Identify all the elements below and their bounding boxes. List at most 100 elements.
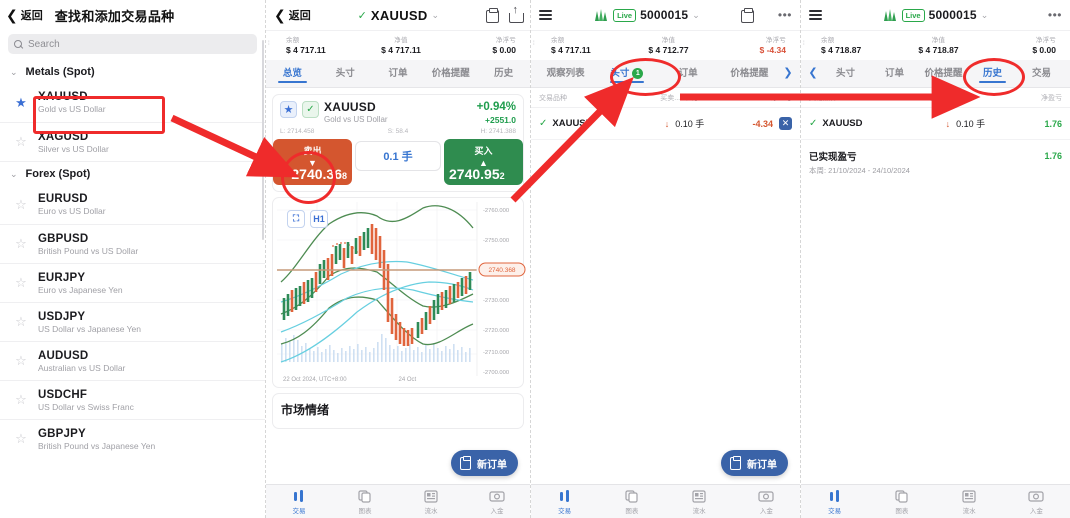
chevron-down-icon[interactable]: ⌄ bbox=[692, 10, 700, 21]
more-options-icon[interactable]: ••• bbox=[778, 8, 792, 22]
tab-watchlist[interactable]: 观察列表 bbox=[535, 65, 596, 79]
star-icon[interactable]: ☆ bbox=[14, 197, 28, 213]
star-icon[interactable]: ☆ bbox=[14, 134, 28, 150]
share-icon[interactable] bbox=[509, 5, 524, 23]
position-symbol: XAUUSD bbox=[552, 118, 593, 129]
nav-charts[interactable]: 图表 bbox=[332, 489, 398, 515]
lot-size-input[interactable]: 0.1 手 bbox=[355, 140, 441, 171]
list-item-xauusd[interactable]: ★ XAUUSD Gold vs US Dollar bbox=[0, 83, 265, 122]
positions-table-header: 交易品种 买卖... 大小 净盈亏 bbox=[531, 88, 800, 108]
nav-trade[interactable]: 交易 bbox=[531, 489, 598, 515]
list-item-usdchf[interactable]: ☆ USDCHF US Dollar vs Swiss Franc bbox=[0, 380, 265, 419]
menu-icon[interactable] bbox=[809, 10, 822, 20]
back-label: 返回 bbox=[288, 10, 311, 22]
nav-deposit[interactable]: 入金 bbox=[464, 489, 530, 515]
close-position-button[interactable]: ✕ bbox=[778, 117, 792, 130]
chevron-left-icon: ❮ bbox=[6, 7, 18, 23]
star-icon[interactable]: ☆ bbox=[14, 236, 28, 252]
back-button[interactable]: ❮ 返回 bbox=[274, 7, 311, 23]
new-order-button[interactable]: 新订单 bbox=[451, 450, 518, 476]
nav-charts[interactable]: 图表 bbox=[598, 489, 665, 515]
star-icon[interactable]: ☆ bbox=[14, 392, 28, 408]
clipboard-icon[interactable] bbox=[740, 7, 754, 23]
favorite-star-icon[interactable]: ★ bbox=[280, 101, 297, 118]
drag-dots-icon: ⁞ bbox=[533, 41, 535, 47]
panel-history: Live 5000015 ⌄ ••• ⁞ 余额 $ 4 718.87 净值 $ … bbox=[800, 0, 1070, 518]
sell-button[interactable]: 卖出 ▼ 2740.368 bbox=[273, 138, 352, 185]
tab-orders[interactable]: 订单 bbox=[870, 65, 919, 79]
equity-value: $ 4 712.77 bbox=[648, 45, 689, 55]
tab-price-alerts[interactable]: 价格提醒 bbox=[919, 65, 968, 79]
chevron-down-icon[interactable]: ⌄ bbox=[432, 10, 440, 21]
tabs-prev-icon[interactable]: ❮ bbox=[805, 66, 821, 79]
realized-profit-value: 1.76 bbox=[1044, 151, 1062, 161]
tab-positions[interactable]: 头寸 1 bbox=[596, 65, 657, 83]
account-summary: ⁞ 余额 $ 4 717.11 净值 $ 4 712.77 净浮亏 $ -4.3… bbox=[531, 30, 800, 60]
list-item-usdjpy[interactable]: ☆ USDJPY US Dollar vs Japanese Yen bbox=[0, 302, 265, 341]
nav-trade[interactable]: 交易 bbox=[266, 489, 332, 515]
buy-button[interactable]: 买入 ▲ 2740.952 bbox=[444, 138, 523, 185]
list-item-gbpjpy[interactable]: ☆ GBPJPY British Pound vs Japanese Yen bbox=[0, 419, 265, 458]
floating-label: 净浮亏 bbox=[495, 37, 517, 44]
list-item-xagusd[interactable]: ☆ XAGUSD Silver vs US Dollar bbox=[0, 122, 265, 161]
star-icon[interactable]: ☆ bbox=[14, 314, 28, 330]
nav-journal[interactable]: 流水 bbox=[936, 489, 1003, 515]
expand-icon[interactable]: ⛶ bbox=[287, 209, 305, 228]
group-header-forex[interactable]: ⌄ Forex (Spot) bbox=[0, 161, 265, 185]
quote-change: +2551.0 bbox=[485, 114, 516, 125]
table-row[interactable]: ✓ XAUUSD ↓ 0.10 手 -4.34 ✕ bbox=[531, 108, 800, 140]
nav-journal[interactable]: 流水 bbox=[398, 489, 464, 515]
nav-journal[interactable]: 流水 bbox=[666, 489, 733, 515]
back-label: 返回 bbox=[20, 10, 43, 22]
tab-history[interactable]: 历史 bbox=[968, 65, 1017, 83]
tab-positions-label: 头寸 bbox=[610, 68, 630, 79]
equity-label: 净值 bbox=[931, 37, 946, 44]
search-input[interactable]: Search bbox=[8, 34, 257, 54]
lot-size-value: 0.1 手 bbox=[383, 150, 413, 163]
tab-history[interactable]: 历史 bbox=[477, 65, 530, 79]
new-order-button[interactable]: 新订单 bbox=[721, 450, 788, 476]
realized-profit-row: 已实现盈亏 1.76 bbox=[801, 140, 1070, 165]
tab-overview[interactable]: 总览 bbox=[266, 65, 319, 83]
group-header-metals[interactable]: ⌄ Metals (Spot) bbox=[0, 60, 265, 83]
star-icon[interactable]: ☆ bbox=[14, 431, 28, 447]
svg-text:-2710.000: -2710.000 bbox=[483, 350, 509, 356]
tabs-next-icon[interactable]: ❯ bbox=[780, 66, 796, 79]
clipboard-icon[interactable] bbox=[486, 7, 499, 23]
tab-positions[interactable]: 头寸 bbox=[319, 65, 372, 79]
floating-label: 净浮亏 bbox=[1035, 37, 1056, 44]
star-icon[interactable]: ☆ bbox=[14, 275, 28, 291]
table-row[interactable]: ✓ XAUUSD ↓ 0.10 手 1.76 bbox=[801, 108, 1070, 140]
nav-trade[interactable]: 交易 bbox=[801, 489, 868, 515]
nav-deposit[interactable]: 入金 bbox=[1003, 489, 1070, 515]
tab-price-alerts[interactable]: 价格提醒 bbox=[424, 65, 477, 79]
nav-trade-label: 交易 bbox=[558, 507, 572, 515]
tab-positions[interactable]: 头寸 bbox=[821, 65, 870, 79]
tab-price-alerts[interactable]: 价格提醒 bbox=[719, 65, 780, 79]
list-item-audusd[interactable]: ☆ AUDUSD Australian vs US Dollar bbox=[0, 341, 265, 380]
list-item-eurjpy[interactable]: ☆ EURJPY Euro vs Japanese Yen bbox=[0, 263, 265, 302]
symbol-code: USDJPY bbox=[38, 310, 86, 323]
chevron-down-icon[interactable]: ⌄ bbox=[981, 10, 989, 21]
star-icon[interactable]: ☆ bbox=[14, 353, 28, 369]
scrollbar[interactable] bbox=[262, 40, 264, 240]
nav-charts[interactable]: 图表 bbox=[868, 489, 935, 515]
symbol-code: XAGUSD bbox=[38, 130, 89, 143]
tab-orders[interactable]: 订单 bbox=[372, 65, 425, 79]
price-chart[interactable]: ⛶ H1 2740.368 -2760.000 -2750.000 -2730.… bbox=[277, 201, 526, 376]
nav-deposit[interactable]: 入金 bbox=[733, 489, 800, 515]
timeframe-button[interactable]: H1 bbox=[310, 209, 328, 228]
tab-deals[interactable]: 交易 bbox=[1017, 65, 1066, 79]
more-options-icon[interactable]: ••• bbox=[1048, 8, 1062, 22]
symbol-desc: Euro vs Japanese Yen bbox=[38, 284, 123, 295]
star-icon[interactable]: ★ bbox=[14, 95, 28, 111]
nav-deposit-label: 入金 bbox=[1029, 507, 1043, 515]
menu-icon[interactable] bbox=[539, 10, 552, 20]
broker-logo-icon bbox=[882, 8, 898, 22]
tab-orders[interactable]: 订单 bbox=[658, 65, 719, 79]
list-item-gbpusd[interactable]: ☆ GBPUSD British Pound vs US Dollar bbox=[0, 224, 265, 263]
equity-cell: 净值 $ 4 718.87 bbox=[899, 34, 977, 55]
selected-check-icon[interactable]: ✓ bbox=[302, 101, 319, 118]
back-button[interactable]: ❮ 返回 bbox=[6, 7, 43, 23]
list-item-eurusd[interactable]: ☆ EURUSD Euro vs US Dollar bbox=[0, 185, 265, 224]
